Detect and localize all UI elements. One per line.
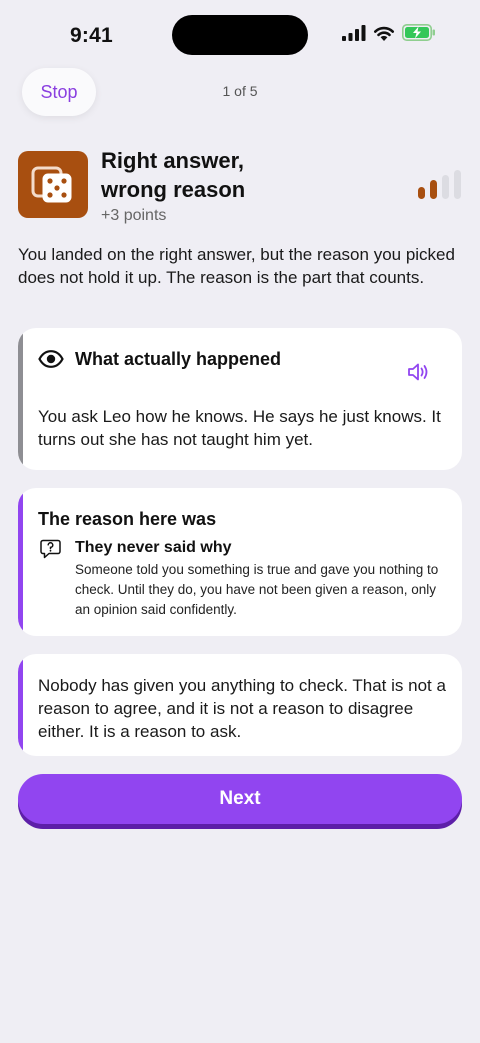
- advice-body: Nobody has given you anything to check. …: [38, 676, 446, 741]
- result-points: +3 points: [101, 207, 167, 224]
- cellular-signal-icon: [342, 24, 366, 41]
- intro-text: You landed on the right answer, but the …: [18, 245, 455, 287]
- status-icons: [342, 24, 436, 41]
- score-level-icon: [418, 170, 461, 199]
- wifi-icon: [374, 26, 394, 41]
- dice-icon: [31, 166, 72, 202]
- what-happened-title: What actually happened: [75, 349, 282, 369]
- next-button[interactable]: Next: [18, 774, 462, 824]
- result-icon: [18, 151, 88, 218]
- app-screen: 9:41 Stop 1 of 5 Right answer, wrong rea…: [0, 0, 480, 1043]
- status-time: 9:41: [70, 24, 113, 47]
- level-bar-1: [418, 187, 425, 199]
- eye-icon: [38, 350, 64, 368]
- card-accent-bar: [18, 654, 23, 756]
- battery-charging-icon: [402, 24, 435, 41]
- reason-subtitle: They never said why: [75, 539, 232, 556]
- level-bar-4: [454, 170, 461, 199]
- level-bar-3: [442, 175, 449, 199]
- status-bar: 9:41: [0, 0, 480, 70]
- card-accent-bar: [18, 328, 23, 470]
- question-bubble-icon: [40, 539, 61, 559]
- card-accent-bar: [18, 488, 23, 636]
- question-progress: 1 of 5: [222, 83, 258, 99]
- level-bar-2: [430, 180, 437, 199]
- reason-body: Someone told you something is true and g…: [75, 562, 439, 617]
- speaker-icon[interactable]: [407, 362, 431, 382]
- what-happened-body: You ask Leo how he knows. He says he jus…: [38, 407, 441, 449]
- result-title: Right answer, wrong reason: [101, 148, 246, 202]
- reason-title: The reason here was: [38, 509, 217, 529]
- dynamic-island: [172, 15, 308, 55]
